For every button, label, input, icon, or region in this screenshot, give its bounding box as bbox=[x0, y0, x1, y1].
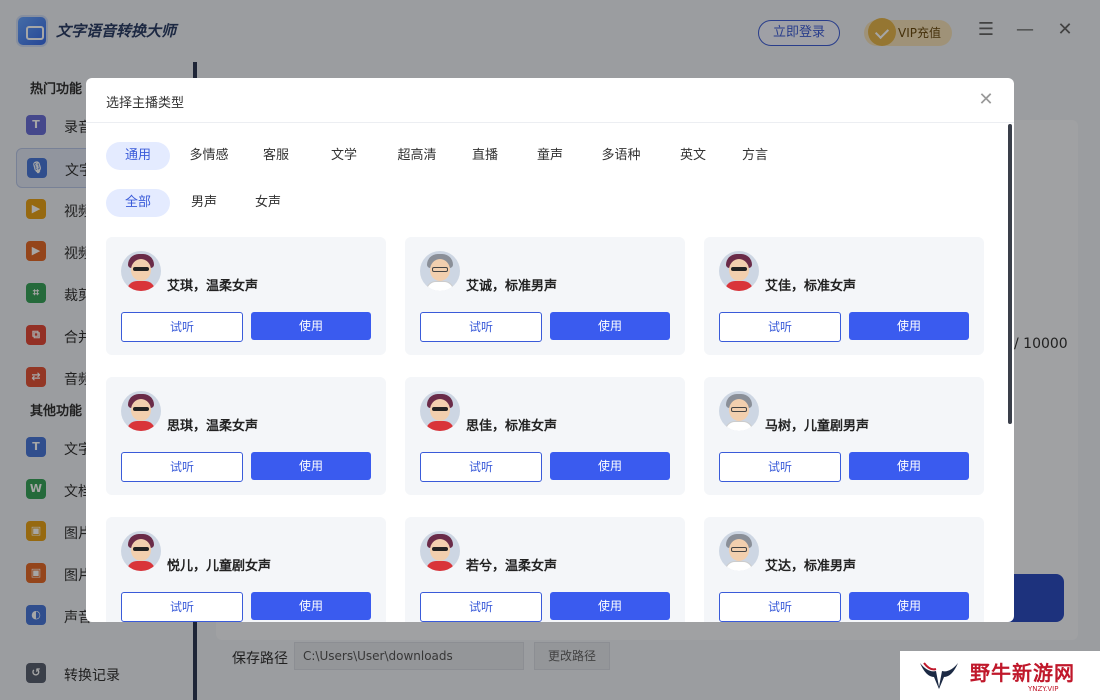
watermark-text: 野牛新游网 bbox=[970, 661, 1075, 685]
dialog-scrollbar[interactable] bbox=[1008, 124, 1012, 424]
voice-card: 艾达，标准男声试听 使用 bbox=[704, 517, 984, 622]
category-tab[interactable]: 英文 bbox=[664, 142, 722, 170]
watermark-subtext: YNZY.VIP bbox=[1028, 685, 1059, 693]
bull-logo-icon bbox=[920, 662, 958, 689]
dialog-divider bbox=[86, 122, 1014, 123]
watermark-logo: 野牛新游网 YNZY.VIP bbox=[900, 651, 1100, 700]
voice-name: 艾诚，标准男声 bbox=[466, 279, 558, 294]
gender-filter-tab[interactable]: 男声 bbox=[172, 189, 236, 217]
preview-button[interactable]: 试听 bbox=[719, 592, 841, 622]
voice-card: 若兮，温柔女声试听 使用 bbox=[405, 517, 685, 622]
voice-name: 艾琪，温柔女声 bbox=[167, 279, 259, 294]
avatar bbox=[719, 531, 759, 571]
category-tab[interactable]: 文学 bbox=[312, 142, 376, 170]
preview-button[interactable]: 试听 bbox=[420, 592, 542, 622]
avatar bbox=[420, 531, 460, 571]
voice-type-dialog: 选择主播类型 ✕ 通用 多情感 客服 文学 超高清 直播 童声 多语种 英文 方言 全部 男声 女声 … bbox=[86, 78, 1014, 622]
voice-card: 思佳，标准女声试听 使用 bbox=[405, 377, 685, 495]
category-tab[interactable]: 多情感 bbox=[176, 142, 242, 170]
avatar bbox=[420, 391, 460, 431]
avatar bbox=[719, 391, 759, 431]
category-tab[interactable]: 超高清 bbox=[382, 142, 452, 170]
category-tab[interactable]: 童声 bbox=[518, 142, 582, 170]
avatar bbox=[121, 531, 161, 571]
use-voice-button[interactable]: 使用 bbox=[550, 312, 670, 340]
close-icon[interactable]: ✕ bbox=[976, 90, 996, 110]
category-tab[interactable]: 客服 bbox=[250, 142, 302, 170]
gender-filter-tab[interactable]: 女声 bbox=[236, 189, 300, 217]
voice-name: 思佳，标准女声 bbox=[466, 419, 558, 434]
preview-button[interactable]: 试听 bbox=[420, 312, 542, 342]
use-voice-button[interactable]: 使用 bbox=[849, 452, 969, 480]
use-voice-button[interactable]: 使用 bbox=[550, 452, 670, 480]
voice-card: 艾琪，温柔女声试听 使用 bbox=[106, 237, 386, 355]
avatar bbox=[719, 251, 759, 291]
category-tab[interactable]: 直播 bbox=[456, 142, 514, 170]
use-voice-button[interactable]: 使用 bbox=[849, 312, 969, 340]
dialog-title: 选择主播类型 bbox=[106, 96, 185, 111]
preview-button[interactable]: 试听 bbox=[121, 592, 243, 622]
avatar bbox=[121, 391, 161, 431]
voice-card: 艾诚，标准男声试听 使用 bbox=[405, 237, 685, 355]
preview-button[interactable]: 试听 bbox=[121, 452, 243, 482]
preview-button[interactable]: 试听 bbox=[719, 312, 841, 342]
use-voice-button[interactable]: 使用 bbox=[251, 592, 371, 620]
voice-name: 艾佳，标准女声 bbox=[765, 279, 857, 294]
use-voice-button[interactable]: 使用 bbox=[251, 312, 371, 340]
voice-card: 艾佳，标准女声试听 使用 bbox=[704, 237, 984, 355]
voice-name: 马树，儿童剧男声 bbox=[765, 419, 870, 434]
preview-button[interactable]: 试听 bbox=[121, 312, 243, 342]
voice-card: 思琪，温柔女声试听 使用 bbox=[106, 377, 386, 495]
voice-card: 悦儿，儿童剧女声试听 使用 bbox=[106, 517, 386, 622]
preview-button[interactable]: 试听 bbox=[719, 452, 841, 482]
voice-name: 艾达，标准男声 bbox=[765, 559, 857, 574]
gender-filter-tab[interactable]: 全部 bbox=[106, 189, 170, 217]
category-tab[interactable]: 多语种 bbox=[586, 142, 656, 170]
avatar bbox=[121, 251, 161, 291]
voice-name: 悦儿，儿童剧女声 bbox=[167, 559, 272, 574]
voice-card: 马树，儿童剧男声试听 使用 bbox=[704, 377, 984, 495]
use-voice-button[interactable]: 使用 bbox=[251, 452, 371, 480]
use-voice-button[interactable]: 使用 bbox=[550, 592, 670, 620]
category-tab[interactable]: 通用 bbox=[106, 142, 170, 170]
category-tab[interactable]: 方言 bbox=[726, 142, 784, 170]
preview-button[interactable]: 试听 bbox=[420, 452, 542, 482]
voice-name: 若兮，温柔女声 bbox=[466, 559, 558, 574]
avatar bbox=[420, 251, 460, 291]
use-voice-button[interactable]: 使用 bbox=[849, 592, 969, 620]
voice-name: 思琪，温柔女声 bbox=[167, 419, 259, 434]
